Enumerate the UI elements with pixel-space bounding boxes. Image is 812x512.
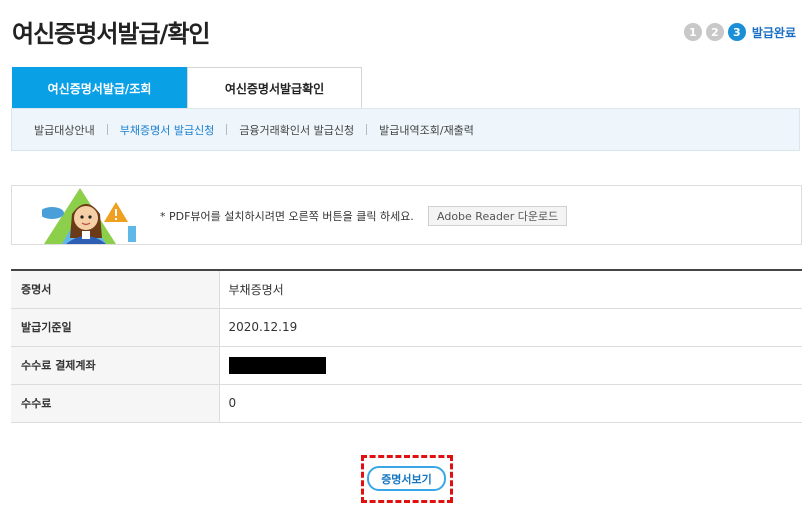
view-certificate-button[interactable]: 증명서보기	[367, 466, 446, 491]
row-value-fee-account	[219, 346, 802, 385]
tab-bar: 여신증명서발급/조회 여신증명서발급확인	[12, 67, 362, 108]
step-3: 3	[727, 23, 746, 41]
row-label-certificate: 증명서	[11, 270, 220, 309]
pdf-notice-text: * PDF뷰어를 설치하시려면 오른쪽 버튼을 클릭 하세요.	[160, 210, 414, 223]
pdf-notice-box: * PDF뷰어를 설치하시려면 오른쪽 버튼을 클릭 하세요. Adobe Re…	[11, 185, 802, 245]
subnav-item-guide[interactable]: 발급대상안내	[22, 122, 107, 138]
step-current-label: 발급완료	[751, 25, 796, 40]
row-value-certificate: 부채증명서	[219, 270, 802, 309]
subnav-item-debt-certificate[interactable]: 부채증명서 발급신청	[108, 122, 227, 138]
row-label-fee: 수수료	[11, 384, 220, 423]
sub-navigation: 발급대상안내 부채증명서 발급신청 금융거래확인서 발급신청 발급내역조회/재출…	[11, 108, 800, 151]
table-row: 증명서 부채증명서	[11, 270, 802, 309]
row-label-fee-account: 수수료 결제계좌	[11, 346, 220, 385]
step-1: 1	[683, 23, 702, 41]
subnav-item-history-reprint[interactable]: 발급내역조회/재출력	[367, 122, 486, 138]
adobe-reader-download-button[interactable]: Adobe Reader 다운로드	[428, 206, 568, 226]
row-value-base-date: 2020.12.19	[219, 308, 802, 347]
row-value-fee: 0	[219, 384, 802, 423]
page-title: 여신증명서발급/확인	[12, 20, 210, 48]
redacted-account-mask	[228, 356, 326, 374]
subnav-item-financial-confirmation[interactable]: 금융거래확인서 발급신청	[227, 122, 366, 138]
certificate-info-table: 증명서 부채증명서 발급기준일 2020.12.19 수수료 결제계좌 수수료 …	[11, 269, 802, 423]
step-2: 2	[705, 23, 724, 41]
tab-issue-confirm[interactable]: 여신증명서발급확인	[187, 67, 362, 108]
table-row: 수수료 결제계좌	[11, 346, 802, 385]
table-row: 발급기준일 2020.12.19	[11, 308, 802, 347]
tab-issue-inquiry[interactable]: 여신증명서발급/조회	[12, 67, 187, 108]
row-label-base-date: 발급기준일	[11, 308, 220, 347]
step-indicator: 1 2 3 발급완료	[683, 23, 796, 41]
table-row: 수수료 0	[11, 384, 802, 423]
character-illustration	[42, 188, 136, 244]
